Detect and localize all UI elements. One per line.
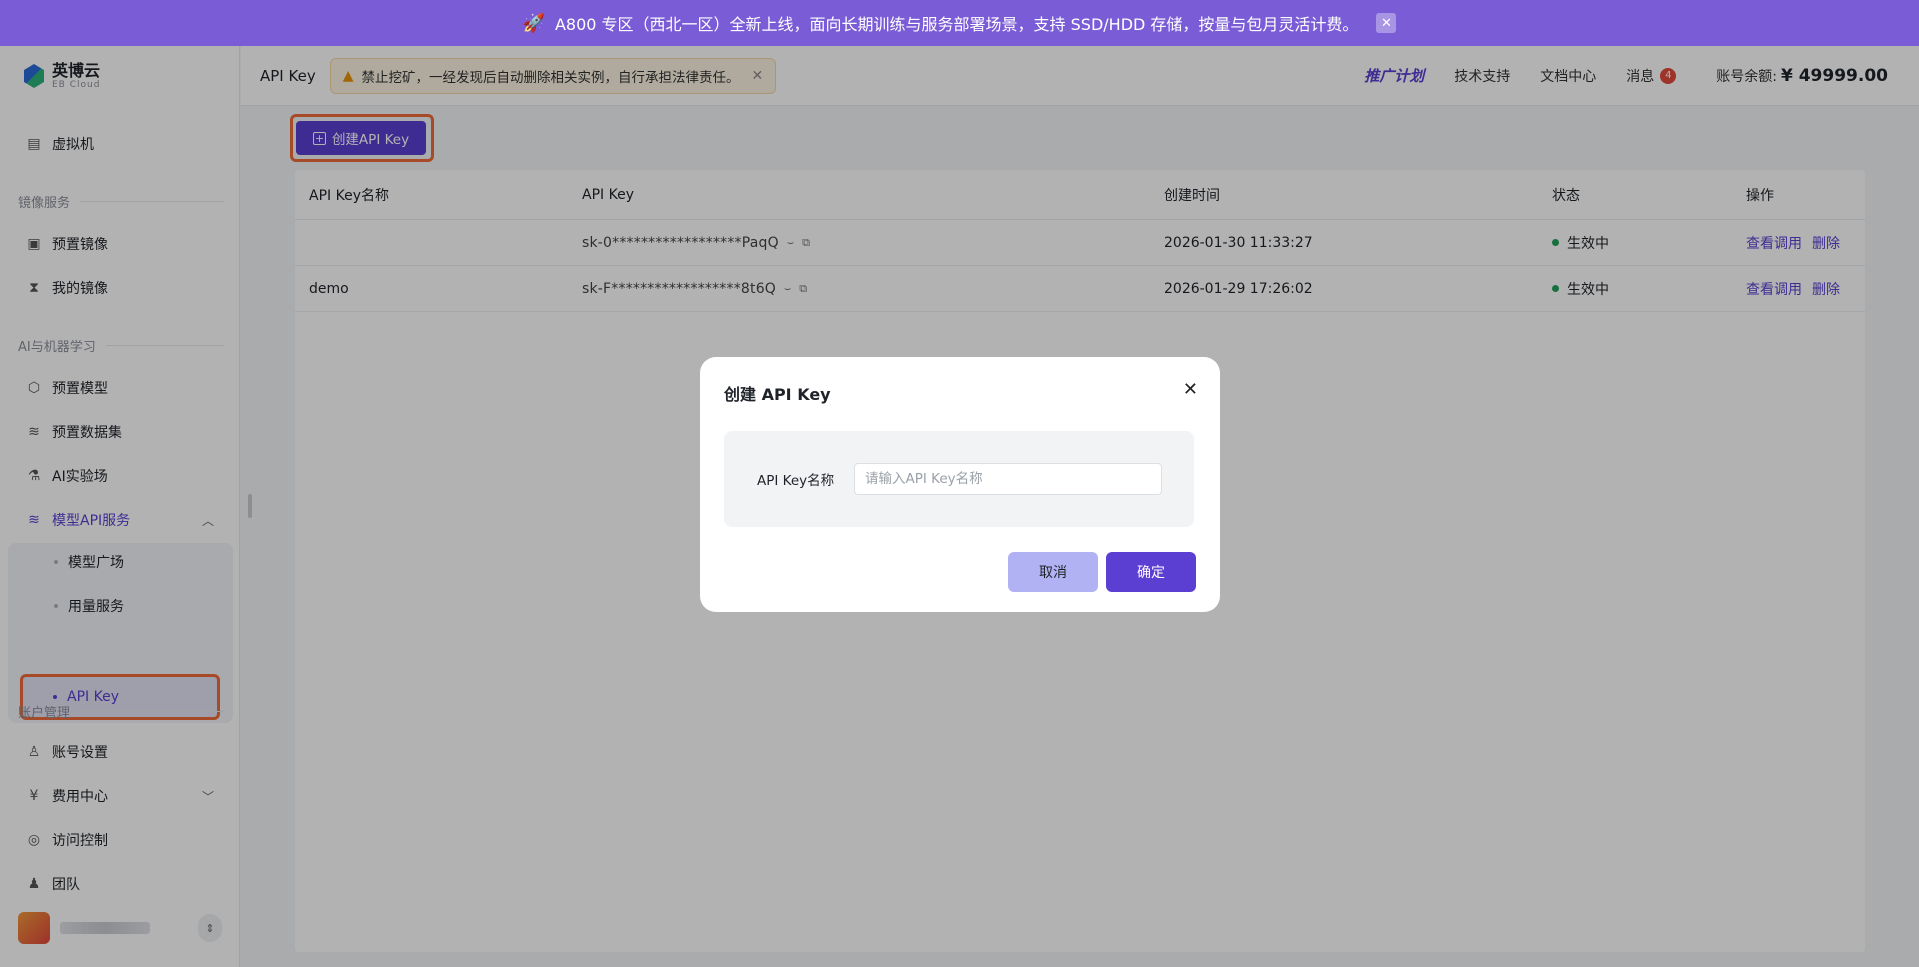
close-icon[interactable]: ✕: [1183, 379, 1198, 400]
dialog-title: 创建 API Key: [724, 385, 831, 404]
banner-close-button[interactable]: ✕: [1376, 13, 1397, 33]
rocket-icon: 🚀: [522, 12, 545, 34]
announcement-banner: 🚀 A800 专区（西北一区）全新上线，面向长期训练与服务部署场景，支持 SSD…: [0, 0, 1919, 46]
api-key-name-label: API Key名称: [757, 473, 835, 489]
cancel-button[interactable]: 取消: [1008, 552, 1098, 592]
confirm-button[interactable]: 确定: [1106, 552, 1196, 592]
create-api-key-dialog: 创建 API Key ✕ API Key名称 取消 确定: [700, 357, 1220, 612]
form-section: API Key名称: [724, 431, 1194, 527]
banner-text: A800 专区（西北一区）全新上线，面向长期训练与服务部署场景，支持 SSD/H…: [554, 15, 1359, 34]
api-key-name-input[interactable]: [854, 463, 1162, 495]
